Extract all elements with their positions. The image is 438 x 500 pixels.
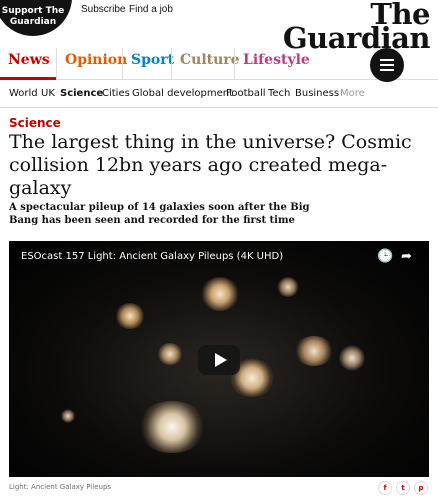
galaxy-image (137, 401, 207, 453)
video-title[interactable]: ESOcast 157 Light: Ancient Galaxy Pileup… (21, 251, 283, 262)
pillar-opinion-underline (57, 77, 122, 80)
subnav-tech[interactable]: Tech (268, 88, 290, 99)
pillar-culture[interactable]: Culture (171, 48, 240, 80)
top-bar: Support The Guardian Subscribe Find a jo… (0, 0, 438, 53)
pillar-sport-underline (123, 77, 171, 80)
facebook-share-icon[interactable]: f (378, 481, 392, 495)
video-caption: Light: Ancient Galaxy Pileups (9, 483, 112, 491)
subnav-more[interactable]: More (340, 88, 365, 99)
pillar-opinion-label: Opinion (65, 52, 128, 68)
galaxy-image (61, 409, 75, 423)
galaxy-image (277, 277, 299, 297)
pillar-news-underline (0, 77, 56, 80)
pillar-culture-label: Culture (180, 52, 240, 68)
pillar-sport-label: Sport (131, 52, 175, 68)
clock-icon[interactable]: 🕒 (377, 249, 393, 264)
pillar-news-label: News (8, 52, 50, 68)
galaxy-image (201, 277, 239, 311)
subscribe-link[interactable]: Subscribe (81, 4, 125, 15)
galaxy-image (339, 345, 365, 371)
pillar-lifestyle[interactable]: Lifestyle (234, 48, 310, 80)
play-button[interactable] (198, 345, 240, 375)
pillar-lifestyle-label: Lifestyle (243, 52, 310, 68)
pinterest-share-icon[interactable]: p (414, 481, 428, 495)
standfirst: A spectacular pileup of 14 galaxies soon… (9, 202, 310, 226)
play-icon (214, 353, 227, 367)
subnav-uk[interactable]: UK (41, 88, 55, 99)
galaxy-image (294, 336, 334, 366)
menu-icon (380, 59, 394, 61)
galaxy-image (115, 303, 145, 329)
pillar-opinion[interactable]: Opinion (56, 48, 127, 80)
sub-nav: World UK Science Cities Global developme… (0, 82, 438, 108)
guardian-logo[interactable]: The Guardian (282, 0, 431, 55)
pillar-lifestyle-underline (235, 77, 304, 80)
section-label[interactable]: Science (9, 116, 61, 130)
find-job-link[interactable]: Find a job (129, 4, 173, 15)
support-label-line2: Guardian (9, 17, 57, 27)
subnav-football[interactable]: Football (226, 88, 266, 99)
support-button[interactable]: Support The Guardian (0, 0, 72, 36)
subnav-science[interactable]: Science (60, 88, 103, 99)
menu-button[interactable] (370, 48, 404, 82)
share-icon[interactable]: ➦ (401, 249, 412, 264)
galaxy-image (157, 343, 183, 365)
subnav-world[interactable]: World (9, 88, 38, 99)
subnav-global-development[interactable]: Global development (132, 88, 233, 99)
subnav-cities[interactable]: Cities (102, 88, 130, 99)
pillar-news[interactable]: News (0, 48, 56, 80)
logo-line2: Guardian (282, 21, 431, 55)
video-player[interactable]: ESOcast 157 Light: Ancient Galaxy Pileup… (9, 241, 429, 477)
pillar-sport[interactable]: Sport (122, 48, 175, 80)
twitter-share-icon[interactable]: t (396, 481, 410, 495)
support-label-line1: Support The (1, 6, 65, 16)
pillar-culture-underline (172, 77, 234, 80)
subnav-business[interactable]: Business (295, 88, 339, 99)
headline: The largest thing in the universe? Cosmi… (9, 131, 412, 199)
